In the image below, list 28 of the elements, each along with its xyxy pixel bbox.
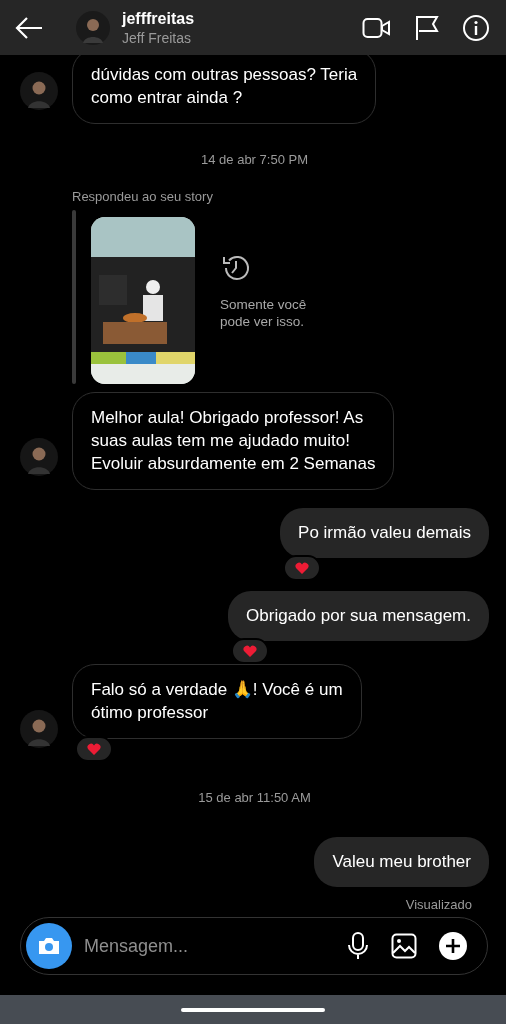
flag-icon[interactable] — [414, 14, 440, 41]
message-bubble: Valeu meu brother — [314, 837, 489, 887]
home-indicator[interactable] — [181, 1007, 325, 1012]
avatar[interactable] — [76, 10, 110, 45]
info-icon[interactable] — [462, 13, 490, 42]
gallery-icon[interactable] — [391, 933, 417, 959]
timestamp: 15 de abr 11:50 AM — [198, 790, 311, 805]
message-field[interactable]: Mensagem... — [82, 934, 325, 958]
camera-icon — [37, 936, 61, 956]
username[interactable]: jefffreitas — [122, 9, 340, 28]
back-arrow-icon[interactable] — [14, 15, 44, 40]
avatar[interactable] — [20, 72, 58, 110]
add-icon[interactable] — [439, 932, 467, 960]
message-bubble: dúvidas com outras pessoas? Teria como entrar ainda ? — [72, 55, 377, 124]
message-bubble: Obrigado por sua mensagem. — [228, 591, 489, 641]
story-reply-label: Respondeu ao seu story — [72, 189, 214, 204]
camera-button[interactable] — [26, 923, 72, 969]
message-bubble: Falo só a verdade 🙏! Você é um ótimo professor — [72, 664, 362, 739]
avatar[interactable] — [20, 438, 58, 476]
microphone-icon[interactable] — [347, 931, 369, 961]
message-bubble: Po irmão valeu demais — [280, 508, 489, 558]
visibility-notice: Somente você pode ver isso. — [220, 296, 308, 330]
avatar[interactable] — [20, 710, 58, 748]
seen-status: Visualizado — [405, 897, 472, 912]
message-bubble: Melhor aula! Obrigado professor! As suas aulas tem me ajudado muito! Evoluir absurdamente em 2 Semanas — [72, 392, 395, 490]
video-call-icon[interactable] — [362, 15, 392, 40]
full-name: Jeff Freitas — [122, 29, 192, 46]
timestamp: 14 de abr 7:50 PM — [201, 152, 308, 167]
